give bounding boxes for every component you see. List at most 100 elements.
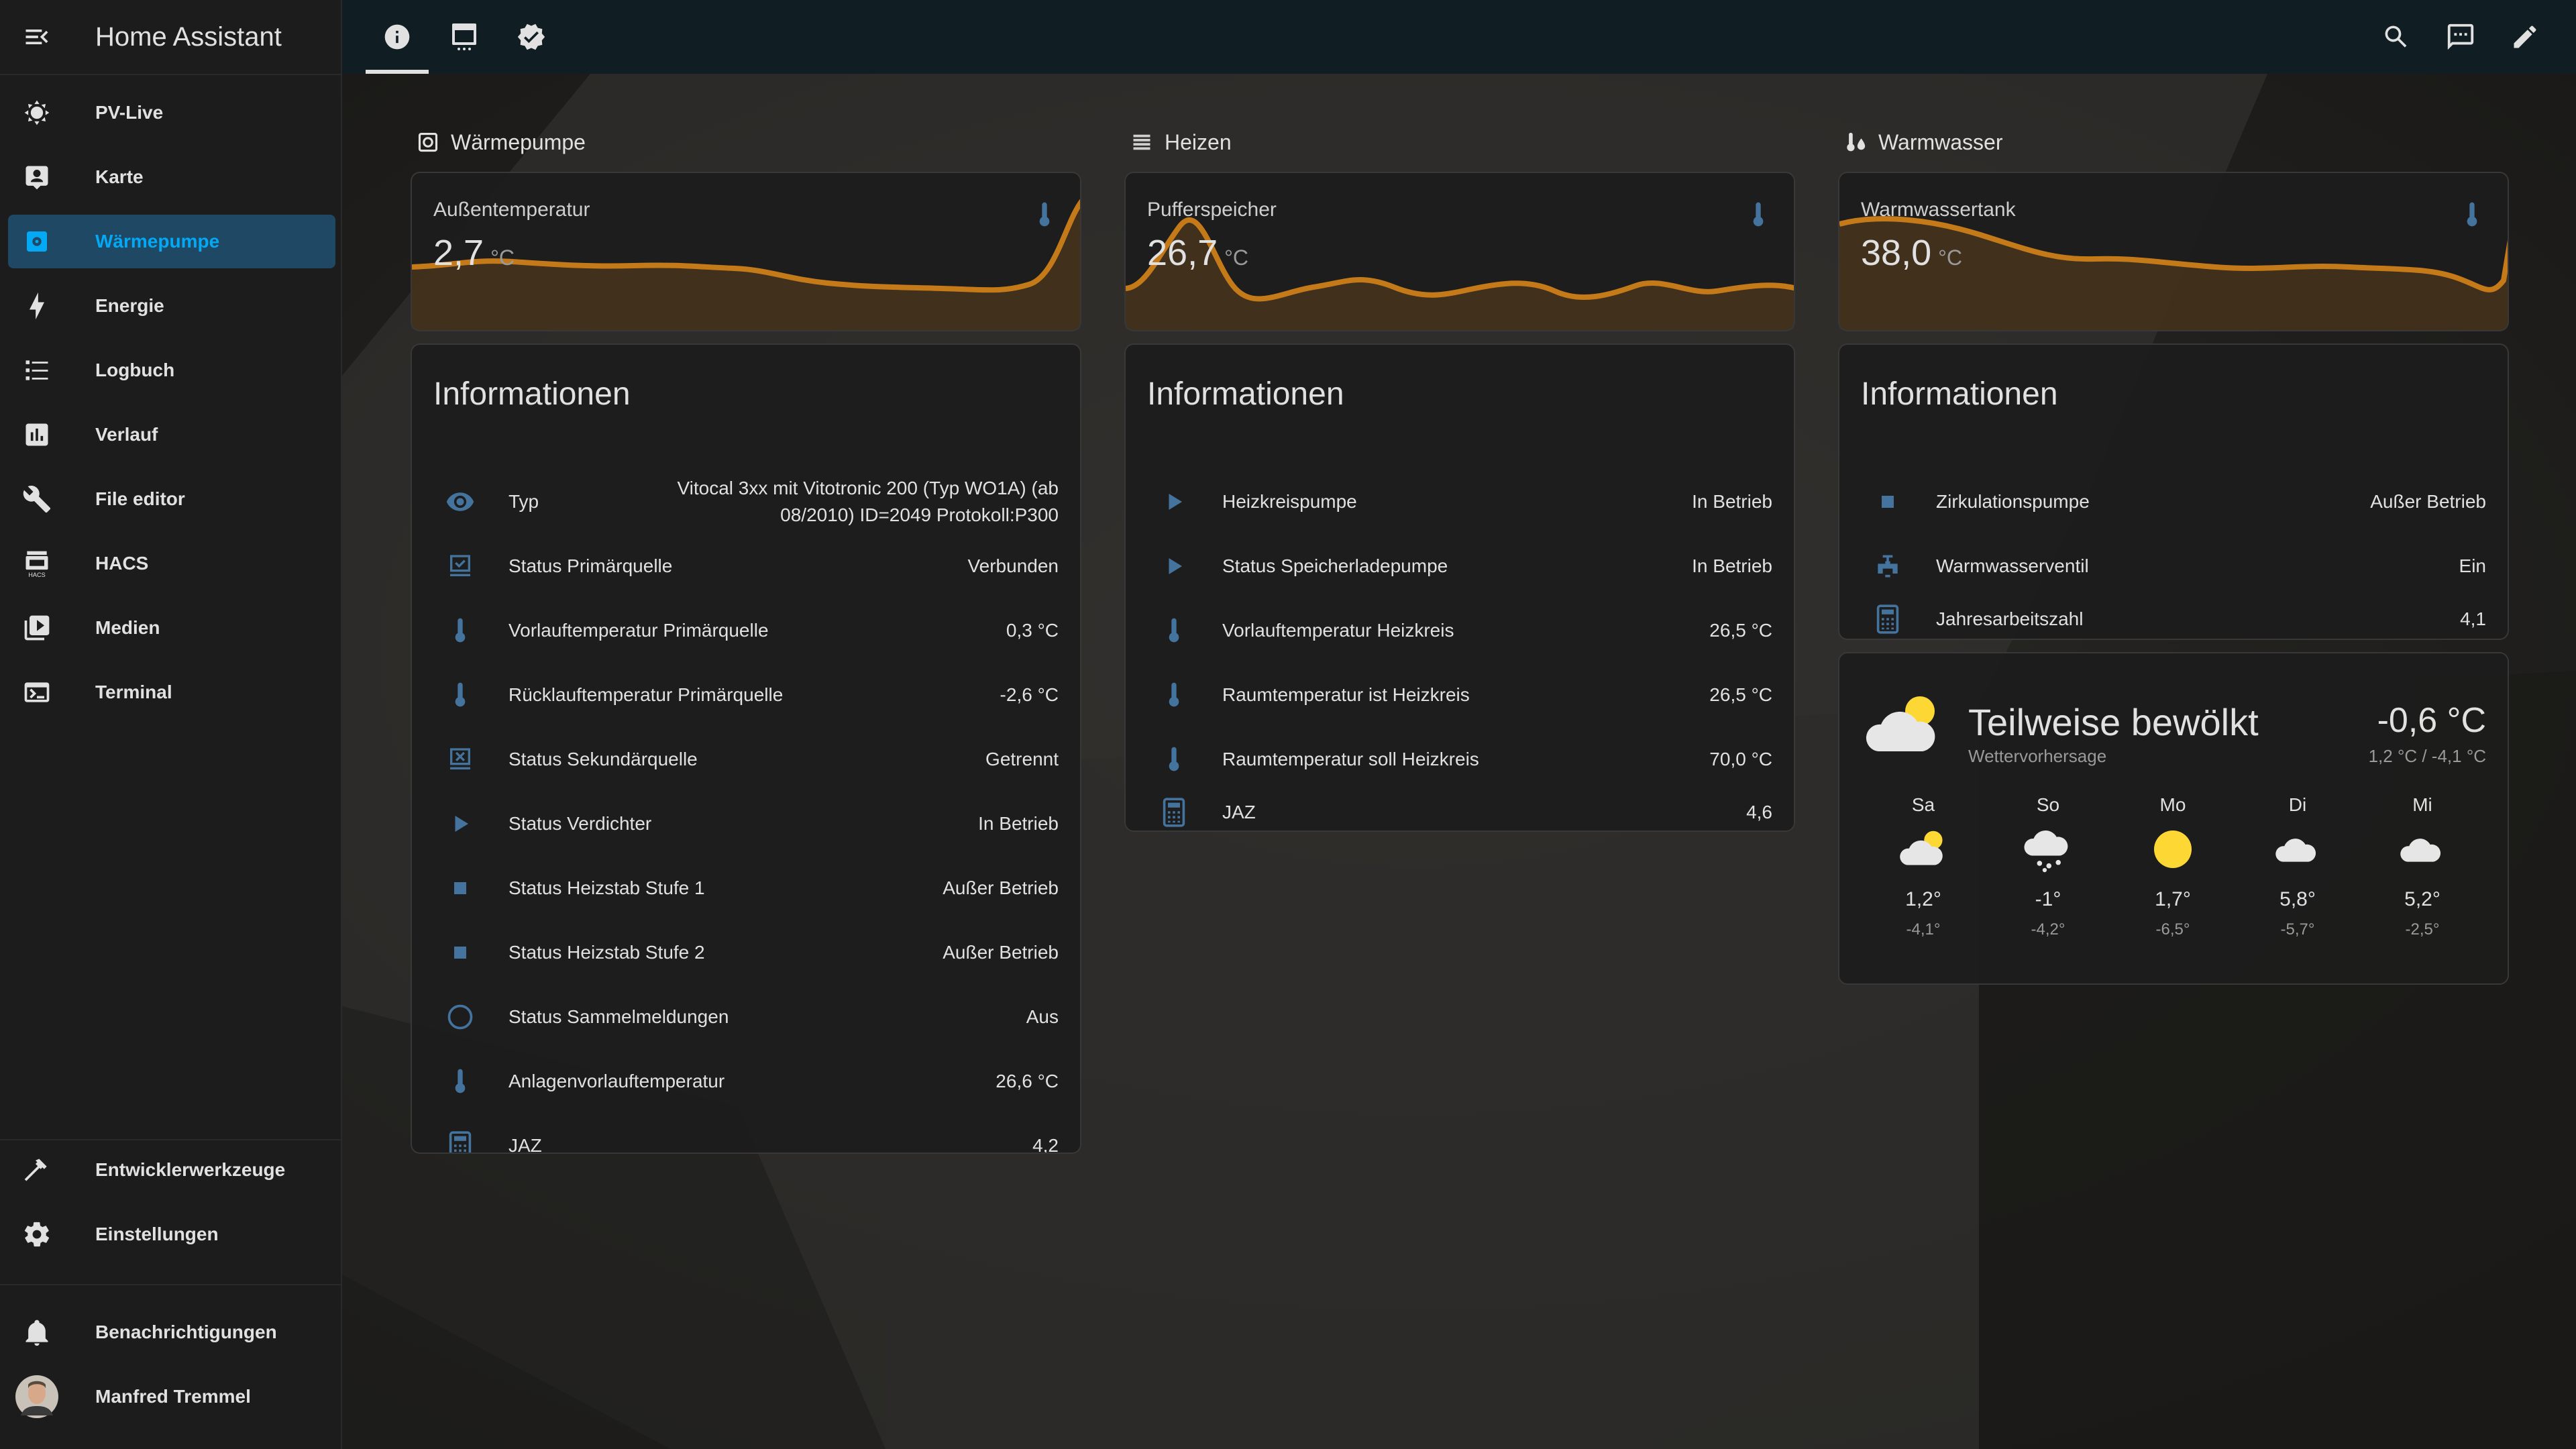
entity-name: Status Primärquelle (508, 555, 673, 576)
entity-row-status-sammelmeldungen[interactable]: Status Sammelmeldungen Aus (412, 985, 1080, 1049)
entity-row-ruecklauftemperatur-primaerquelle[interactable]: Rücklauftemperatur Primärquelle -2,6 °C (412, 663, 1080, 727)
stop-icon (433, 941, 487, 965)
thermometer-icon (2462, 200, 2482, 233)
sidebar-item-energie[interactable]: Energie (8, 279, 335, 333)
entity-value: Außer Betrieb (2370, 491, 2486, 512)
thermometer-icon (433, 1067, 487, 1096)
forecast-low: -6,5° (2155, 920, 2190, 938)
entity-name: JAZ (1222, 802, 1256, 822)
entity-value: 4,2 (1032, 1135, 1059, 1154)
sidebar-item-hacs[interactable]: HACS HACS (8, 537, 335, 590)
sidebar-item-einstellungen[interactable]: Einstellungen (8, 1208, 335, 1261)
sun-icon (8, 98, 66, 127)
heat-pump-icon (416, 132, 440, 152)
thermometer-icon (1748, 200, 1768, 233)
column-title-text: Warmwasser (1878, 129, 2003, 154)
entity-row-raumtemperatur-ist-heizkreis[interactable]: Raumtemperatur ist Heizkreis 26,5 °C (1126, 663, 1794, 727)
entity-row-status-heizstab-stufe-2[interactable]: Status Heizstab Stufe 2 Außer Betrieb (412, 920, 1080, 985)
sidebar-item-entwicklerwerkzeuge[interactable]: Entwicklerwerkzeuge (8, 1143, 335, 1197)
sidebar-item-label: Energie (95, 295, 164, 316)
cloudy-icon (2360, 816, 2485, 883)
entity-name: Raumtemperatur soll Heizkreis (1222, 749, 1479, 769)
sidebar-divider (0, 1284, 341, 1285)
entity-row-status-verdichter[interactable]: Status Verdichter In Betrieb (412, 792, 1080, 856)
sidebar-item-label: Einstellungen (95, 1224, 219, 1244)
sidebar: Home Assistant PV-Live Karte Wärmepumpe … (0, 0, 342, 1449)
sidebar-item-label: File editor (95, 488, 185, 509)
tab-check[interactable] (498, 0, 565, 74)
bell-icon (8, 1318, 66, 1347)
edit-dashboard-button[interactable] (2493, 0, 2557, 74)
sidebar-item-label: Entwicklerwerkzeuge (95, 1159, 286, 1180)
weather-forecast-card[interactable]: Teilweise bewölkt Wettervorhersage -0,6 … (1838, 652, 2509, 985)
entity-value: 26,6 °C (996, 1071, 1059, 1091)
forecast-low: -4,1° (1906, 920, 1941, 938)
entity-row-jaz[interactable]: JAZ 4,2 (412, 1114, 1080, 1154)
entity-value: 70,0 °C (1709, 749, 1772, 769)
entity-row-raumtemperatur-soll-heizkreis[interactable]: Raumtemperatur soll Heizkreis 70,0 °C (1126, 727, 1794, 792)
sidebar-item-benachrichtigungen[interactable]: Benachrichtigungen (8, 1305, 335, 1359)
entity-row-warmwasserventil[interactable]: Warmwasserventil Ein (1839, 534, 2508, 598)
entity-row-anlagenvorlauftemperatur[interactable]: Anlagenvorlauftemperatur 26,6 °C (412, 1049, 1080, 1114)
entity-row-jahresarbeitszahl[interactable]: Jahresarbeitszahl 4,1 (1839, 598, 2508, 639)
entity-row-typ[interactable]: Typ Vitocal 3xx mit Vitotronic 200 (Typ … (412, 464, 1080, 539)
entity-row-zirkulationspumpe[interactable]: Zirkulationspumpe Außer Betrieb (1839, 470, 2508, 534)
sidebar-item-pv-live[interactable]: PV-Live (8, 86, 335, 140)
view-dashboard-icon (452, 23, 476, 50)
sidebar-item-label: PV-Live (95, 102, 164, 123)
entity-row-vorlauftemperatur-primaerquelle[interactable]: Vorlauftemperatur Primärquelle 0,3 °C (412, 598, 1080, 663)
forecast-high: 1,2° (1905, 888, 1941, 910)
gear-icon (8, 1220, 66, 1249)
sidebar-item-label: Benachrichtigungen (95, 1322, 277, 1342)
entity-row-status-heizstab-stufe-1[interactable]: Status Heizstab Stufe 1 Außer Betrieb (412, 856, 1080, 920)
sidebar-item-label: Karte (95, 166, 144, 187)
entity-value: 26,5 °C (1709, 684, 1772, 705)
pencil-icon (2514, 25, 2536, 48)
entity-name: Vorlauftemperatur Primärquelle (508, 620, 769, 641)
assist-button[interactable] (2428, 0, 2493, 74)
entity-row-status-sekundaerquelle[interactable]: Status Sekundärquelle Getrennt (412, 727, 1080, 792)
calculator-icon (1861, 604, 1915, 634)
entity-row-heizkreispumpe[interactable]: Heizkreispumpe In Betrieb (1126, 470, 1794, 534)
tab-info[interactable] (364, 0, 431, 74)
search-button[interactable] (2364, 0, 2428, 74)
chart-box-icon (8, 420, 66, 449)
entity-row-jaz[interactable]: JAZ 4,6 (1126, 792, 1794, 830)
sensor-name: Warmwassertank (1861, 199, 2016, 221)
sensor-card-warmwassertank[interactable]: Warmwassertank 38,0 °C (1838, 172, 2509, 331)
weather-temperature: -0,6 °C (2377, 701, 2486, 740)
sidebar-item-waermepumpe[interactable]: Wärmepumpe (8, 215, 335, 268)
entity-value: Außer Betrieb (943, 942, 1059, 963)
tab-dashboard[interactable] (431, 0, 498, 74)
forecast-day: Mo 1,7° -6,5° (2110, 794, 2235, 939)
entity-value: 4,1 (2460, 608, 2486, 629)
sidebar-divider (0, 1139, 341, 1140)
entity-row-vorlauftemperatur-heizkreis[interactable]: Vorlauftemperatur Heizkreis 26,5 °C (1126, 598, 1794, 663)
entity-value: Getrennt (985, 749, 1059, 769)
menu-toggle-button[interactable] (0, 0, 74, 74)
sidebar-item-profile[interactable]: Manfred Tremmel (8, 1370, 335, 1424)
sidebar-item-verlauf[interactable]: Verlauf (8, 408, 335, 462)
sidebar-item-terminal[interactable]: Terminal (8, 665, 335, 719)
sensor-card-pufferspeicher[interactable]: Pufferspeicher 26,7 °C (1124, 172, 1795, 331)
sidebar-item-logbuch[interactable]: Logbuch (8, 343, 335, 397)
sidebar-item-medien[interactable]: Medien (8, 601, 335, 655)
entity-row-status-speicherladepumpe[interactable]: Status Speicherladepumpe In Betrieb (1126, 534, 1794, 598)
sidebar-item-file-editor[interactable]: File editor (8, 472, 335, 526)
hammer-icon (8, 1155, 66, 1185)
column-title-heizen: Heizen (1130, 129, 1232, 156)
entity-value: 4,6 (1746, 802, 1772, 822)
entity-value: Aus (1026, 1006, 1059, 1027)
sensor-name: Pufferspeicher (1147, 199, 1277, 221)
sensor-card-aussentemperatur[interactable]: Außentemperatur 2,7 °C (411, 172, 1081, 331)
snowy-icon (1986, 816, 2110, 883)
entity-name: Status Sammelmeldungen (508, 1006, 729, 1027)
sidebar-header: Home Assistant (0, 0, 341, 75)
entity-name: Status Heizstab Stufe 1 (508, 877, 705, 898)
thermometer-icon (1147, 680, 1201, 710)
search-icon (2385, 25, 2407, 48)
entity-row-status-primaerquelle[interactable]: Status Primärquelle Verbunden (412, 534, 1080, 598)
sidebar-item-karte[interactable]: Karte (8, 150, 335, 204)
entity-value: Ein (2459, 555, 2486, 576)
column-title-text: Heizen (1165, 129, 1232, 154)
